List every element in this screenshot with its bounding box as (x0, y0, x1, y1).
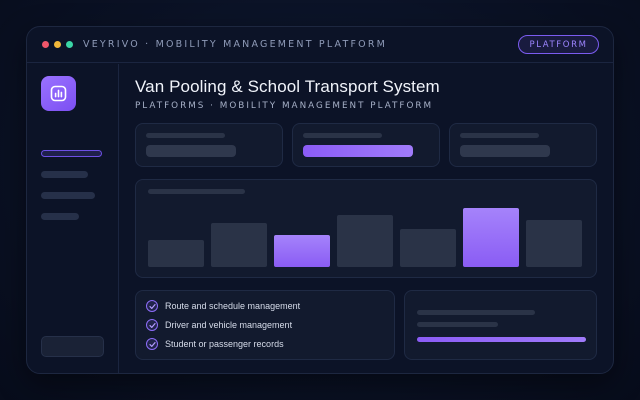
title-bar: VEYRIVO · MOBILITY MANAGEMENT PLATFORM P… (27, 27, 613, 63)
stat-value-highlight (303, 145, 413, 157)
stat-card-highlighted[interactable] (292, 123, 440, 167)
feature-label: Driver and vehicle management (165, 320, 293, 330)
bar-chart (136, 180, 596, 277)
feature-item: Student or passenger records (146, 337, 284, 351)
feature-label: Student or passenger records (165, 339, 284, 349)
bar-chart-icon (50, 85, 67, 102)
stat-value-placeholder (460, 145, 550, 157)
stat-label-placeholder (146, 133, 225, 138)
platform-badge[interactable]: PLATFORM (518, 35, 599, 54)
progress-bar (417, 337, 586, 342)
chart-bar[interactable] (211, 223, 267, 267)
stat-label-placeholder (460, 133, 539, 138)
sidebar-footer-button[interactable] (41, 336, 104, 357)
summary-card (404, 290, 597, 360)
feature-item: Route and schedule management (146, 299, 300, 313)
chart-bar-highlighted[interactable] (463, 208, 519, 267)
sidebar-item[interactable] (41, 192, 95, 199)
sidebar-item[interactable] (41, 171, 88, 178)
maximize-window-button[interactable] (66, 41, 73, 48)
chart-bar[interactable] (337, 215, 393, 267)
chart-bar[interactable] (148, 240, 204, 267)
app-window: VEYRIVO · MOBILITY MANAGEMENT PLATFORM P… (26, 26, 614, 374)
chart-bar-highlighted[interactable] (274, 235, 330, 267)
feature-label: Route and schedule management (165, 301, 301, 311)
sidebar-item-active[interactable] (41, 150, 102, 157)
feature-item: Driver and vehicle management (146, 318, 292, 332)
stat-card[interactable] (449, 123, 597, 167)
check-icon (146, 319, 158, 331)
check-icon (146, 338, 158, 350)
close-window-button[interactable] (42, 41, 49, 48)
chart-bar[interactable] (526, 220, 582, 267)
sidebar (27, 64, 119, 373)
window-title: VEYRIVO · MOBILITY MANAGEMENT PLATFORM (83, 39, 388, 50)
summary-line-placeholder (417, 310, 535, 315)
chart-card (135, 179, 597, 278)
stat-card[interactable] (135, 123, 283, 167)
minimize-window-button[interactable] (54, 41, 61, 48)
stat-value-placeholder (146, 145, 236, 157)
check-icon (146, 300, 158, 312)
summary-line-placeholder (417, 322, 498, 327)
progress-fill (417, 337, 586, 342)
features-card: Route and schedule management Driver and… (135, 290, 395, 360)
sidebar-item[interactable] (41, 213, 79, 220)
page-title: Van Pooling & School Transport System (135, 77, 440, 96)
page-subtitle: PLATFORMS · MOBILITY MANAGEMENT PLATFORM (135, 101, 434, 111)
chart-bar[interactable] (400, 229, 456, 267)
app-logo[interactable] (41, 76, 76, 111)
stat-label-placeholder (303, 133, 382, 138)
